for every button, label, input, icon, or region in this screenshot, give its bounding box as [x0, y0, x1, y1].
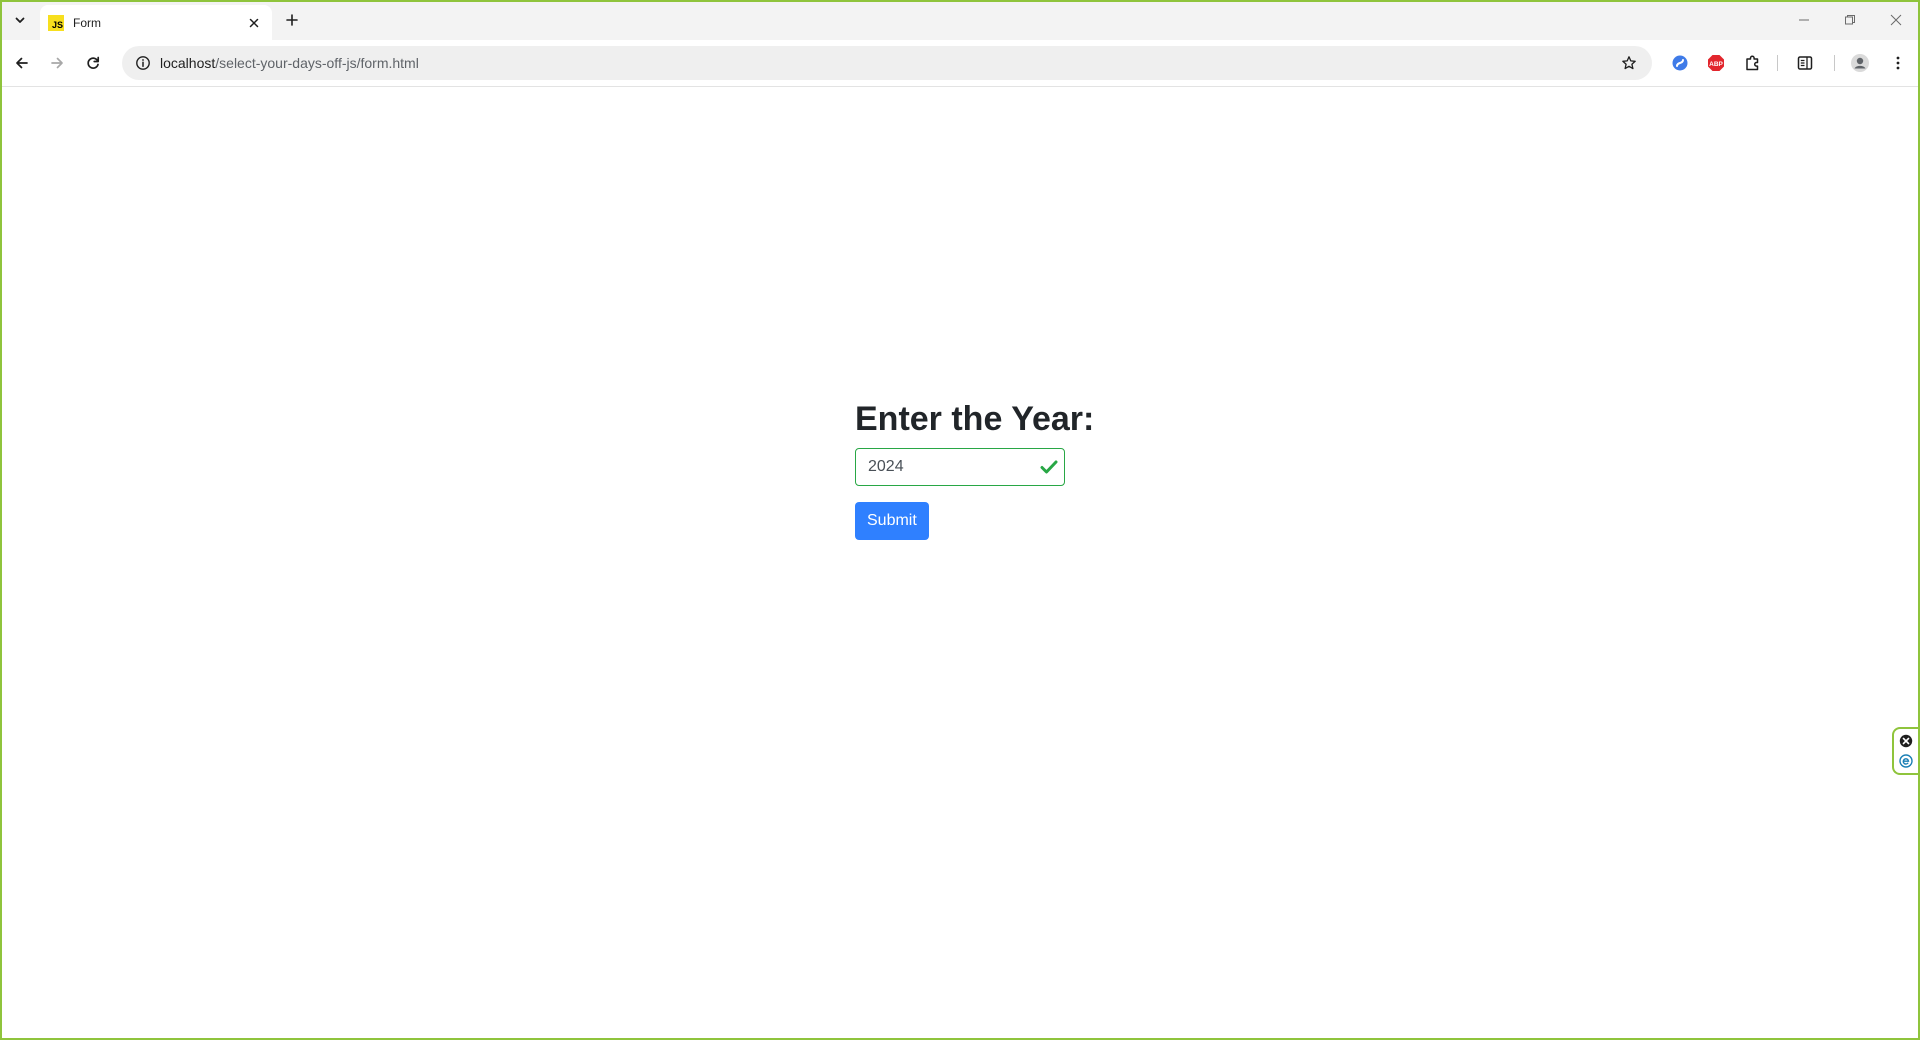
adblock-plus-button[interactable]: ABP [1702, 49, 1730, 77]
forward-button[interactable] [41, 47, 73, 79]
bookmark-button[interactable] [1614, 48, 1644, 78]
new-tab-button[interactable] [280, 8, 304, 32]
toolbar-divider [1777, 55, 1778, 71]
extension-e-icon[interactable] [1899, 753, 1913, 768]
arrow-right-icon [51, 57, 63, 69]
minimize-button[interactable] [1781, 0, 1827, 40]
close-window-button[interactable] [1873, 0, 1919, 40]
url-path: /select-your-days-off-js/form.html [215, 55, 419, 71]
profile-button[interactable] [1846, 49, 1874, 77]
svg-text:ABP: ABP [1709, 61, 1723, 68]
extension-blue-button[interactable] [1666, 49, 1694, 77]
reload-button[interactable] [77, 47, 109, 79]
top-indicator-accent [935, 0, 983, 2]
toolbar-divider [1834, 55, 1835, 71]
url-text: localhost/select-your-days-off-js/form.h… [160, 55, 1614, 71]
reload-icon [87, 56, 100, 69]
profile-avatar-icon [1851, 54, 1869, 72]
menu-button[interactable] [1884, 49, 1912, 77]
page-title: Enter the Year: [855, 400, 1095, 438]
tab-strip: JS Form [0, 0, 1920, 40]
browser-toolbar: localhost/select-your-days-off-js/form.h… [0, 40, 1920, 87]
url-host: localhost [160, 55, 216, 71]
floating-extension-widget[interactable] [1892, 727, 1918, 775]
year-form: Enter the Year: Submit [855, 396, 1115, 540]
arrow-left-icon [16, 57, 28, 69]
info-icon [136, 56, 150, 70]
checkmark-icon [1034, 459, 1064, 475]
side-panel-button[interactable] [1791, 49, 1819, 77]
tab-title: Form [73, 15, 101, 30]
tab-close-button[interactable] [244, 13, 264, 33]
year-input[interactable] [856, 449, 1034, 485]
close-widget-icon[interactable] [1899, 734, 1913, 748]
puzzle-icon [1746, 55, 1759, 71]
close-window-icon [1890, 14, 1902, 26]
active-tab[interactable]: JS Form [40, 5, 272, 40]
submit-button[interactable]: Submit [855, 502, 929, 540]
year-field[interactable] [855, 448, 1065, 486]
adblock-plus-icon: ABP [1708, 55, 1724, 71]
tab-search-button[interactable] [8, 8, 32, 32]
address-bar[interactable]: localhost/select-your-days-off-js/form.h… [122, 46, 1652, 80]
close-icon [249, 18, 259, 27]
chevron-down-icon [15, 17, 25, 23]
restore-icon [1845, 15, 1855, 25]
plus-icon [286, 14, 298, 26]
site-info-button[interactable] [128, 55, 158, 71]
minimize-icon [1799, 19, 1809, 21]
back-button[interactable] [6, 47, 38, 79]
restore-button[interactable] [1827, 0, 1873, 40]
js-favicon-icon: JS [48, 14, 64, 31]
side-panel-icon [1797, 56, 1813, 70]
blue-swirl-extension-icon [1672, 55, 1688, 71]
more-vertical-icon [1896, 56, 1900, 70]
star-icon [1622, 56, 1636, 70]
extensions-button[interactable] [1739, 49, 1767, 77]
